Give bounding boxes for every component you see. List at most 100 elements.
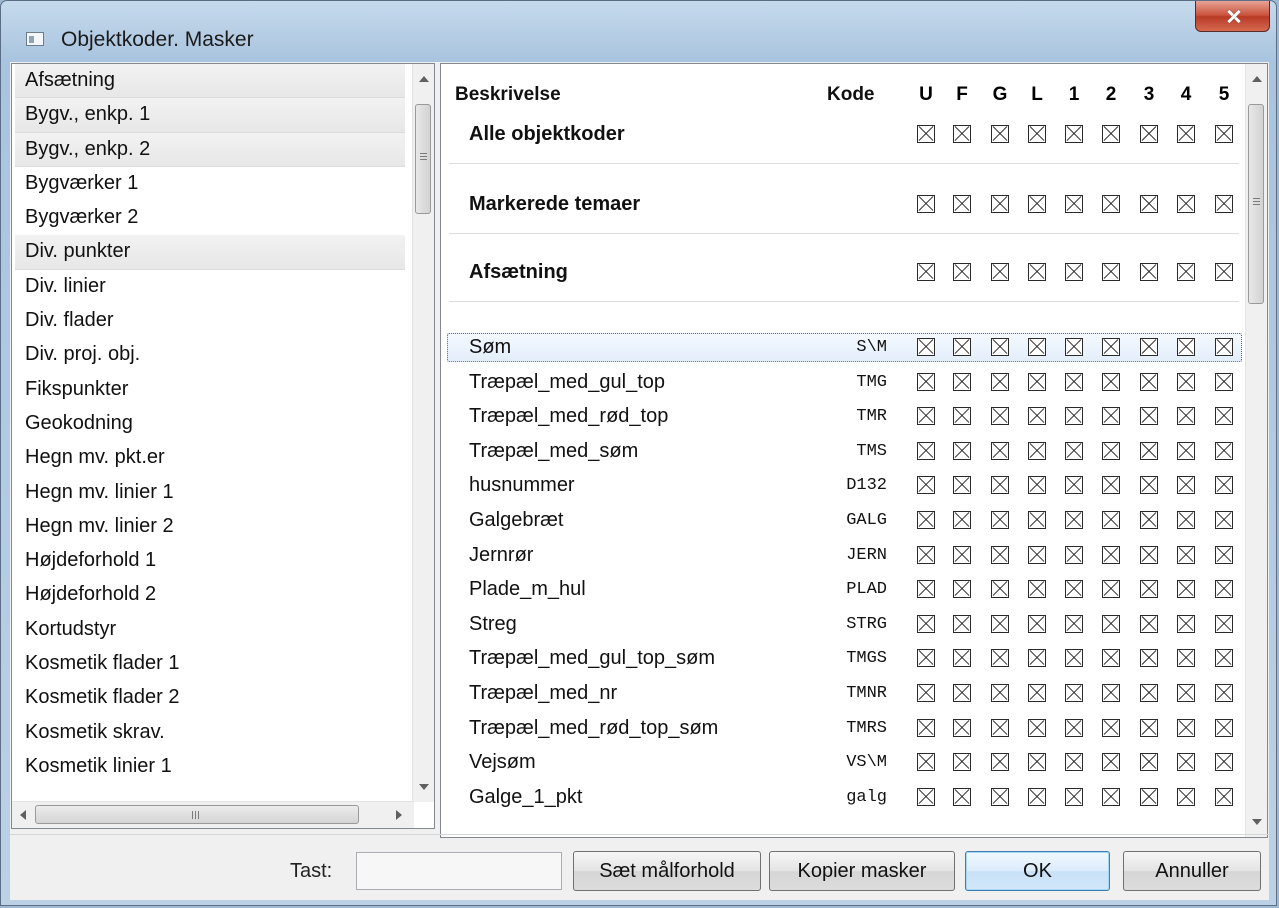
mask-checkbox[interactable]	[1140, 195, 1158, 213]
mask-checkbox[interactable]	[1028, 649, 1046, 667]
list-item[interactable]: Højdeforhold 1	[12, 544, 408, 578]
mask-checkbox[interactable]	[1140, 125, 1158, 143]
mask-checkbox[interactable]	[1102, 546, 1120, 564]
mask-checkbox[interactable]	[1065, 442, 1083, 460]
theme-list-horizontal-scrollbar[interactable]	[12, 801, 414, 828]
list-item[interactable]: Bygværker 2	[12, 201, 408, 235]
mask-checkbox[interactable]	[1140, 407, 1158, 425]
list-item[interactable]: Kosmetik skrav.	[12, 716, 408, 750]
mask-checkbox[interactable]	[1215, 338, 1233, 356]
mask-checkbox[interactable]	[1177, 753, 1195, 771]
mask-checkbox[interactable]	[953, 263, 971, 281]
mask-checkbox[interactable]	[1028, 753, 1046, 771]
mask-checkbox[interactable]	[991, 125, 1009, 143]
scroll-thumb[interactable]	[1248, 104, 1264, 304]
list-item[interactable]: Hegn mv. linier 2	[12, 510, 408, 544]
mask-checkbox[interactable]	[1140, 511, 1158, 529]
mask-checkbox[interactable]	[991, 684, 1009, 702]
mask-checkbox[interactable]	[991, 615, 1009, 633]
mask-checkbox[interactable]	[1028, 546, 1046, 564]
mask-checkbox[interactable]	[1140, 649, 1158, 667]
mask-checkbox[interactable]	[953, 407, 971, 425]
list-item[interactable]: Div. flader	[12, 304, 408, 338]
cancel-button[interactable]: Annuller	[1123, 851, 1261, 891]
list-item[interactable]: Div. linier	[12, 270, 408, 304]
mask-checkbox[interactable]	[1215, 263, 1233, 281]
mask-checkbox[interactable]	[991, 546, 1009, 564]
mask-checkbox[interactable]	[1028, 407, 1046, 425]
mask-checkbox[interactable]	[1177, 546, 1195, 564]
mask-checkbox[interactable]	[1177, 338, 1195, 356]
mask-checkbox[interactable]	[917, 407, 935, 425]
mask-checkbox[interactable]	[1102, 407, 1120, 425]
mask-checkbox[interactable]	[917, 580, 935, 598]
mask-checkbox[interactable]	[1140, 442, 1158, 460]
mask-checkbox[interactable]	[1028, 719, 1046, 737]
mask-checkbox[interactable]	[1177, 580, 1195, 598]
mask-checkbox[interactable]	[953, 373, 971, 391]
mask-checkbox[interactable]	[953, 195, 971, 213]
mask-checkbox[interactable]	[1102, 125, 1120, 143]
mask-checkbox[interactable]	[917, 684, 935, 702]
mask-checkbox[interactable]	[1215, 195, 1233, 213]
mask-checkbox[interactable]	[1102, 753, 1120, 771]
mask-checkbox[interactable]	[1102, 788, 1120, 806]
scroll-right-arrow-icon[interactable]	[396, 810, 402, 820]
set-scale-button[interactable]: Sæt målforhold	[573, 851, 761, 891]
mask-checkbox[interactable]	[1102, 719, 1120, 737]
mask-checkbox[interactable]	[1065, 753, 1083, 771]
scroll-left-arrow-icon[interactable]	[20, 810, 26, 820]
mask-checkbox[interactable]	[1177, 407, 1195, 425]
mask-checkbox[interactable]	[953, 719, 971, 737]
mask-checkbox[interactable]	[991, 338, 1009, 356]
list-item[interactable]: Kortudstyr	[12, 613, 408, 647]
mask-checkbox[interactable]	[1140, 263, 1158, 281]
mask-checkbox[interactable]	[1140, 546, 1158, 564]
mask-checkbox[interactable]	[1215, 373, 1233, 391]
mask-checkbox[interactable]	[1177, 788, 1195, 806]
mask-checkbox[interactable]	[1065, 511, 1083, 529]
list-item[interactable]: Bygværker 1	[12, 167, 408, 201]
mask-checkbox[interactable]	[1140, 788, 1158, 806]
mask-checkbox[interactable]	[1140, 476, 1158, 494]
mask-checkbox[interactable]	[991, 649, 1009, 667]
mask-checkbox[interactable]	[917, 788, 935, 806]
mask-checkbox[interactable]	[953, 546, 971, 564]
list-item[interactable]: Højdeforhold 2	[12, 578, 408, 612]
mask-checkbox[interactable]	[917, 476, 935, 494]
mask-checkbox[interactable]	[1215, 511, 1233, 529]
list-item[interactable]: Kosmetik flader 2	[12, 681, 408, 715]
mask-checkbox[interactable]	[953, 753, 971, 771]
horizontal-scroll-thumb[interactable]	[35, 805, 359, 824]
theme-list[interactable]: Afsætning Bygv., enkp. 1 Bygv., enkp. 2 Byg…	[11, 63, 435, 829]
mask-checkbox[interactable]	[917, 195, 935, 213]
mask-checkbox[interactable]	[1215, 719, 1233, 737]
mask-checkbox[interactable]	[1215, 407, 1233, 425]
mask-checkbox[interactable]	[1177, 125, 1195, 143]
mask-checkbox[interactable]	[1140, 338, 1158, 356]
mask-checkbox[interactable]	[917, 125, 935, 143]
grid-vertical-scrollbar[interactable]	[1245, 64, 1267, 837]
list-item[interactable]: Div. proj. obj.	[12, 338, 408, 372]
mask-checkbox[interactable]	[991, 263, 1009, 281]
scroll-up-arrow-icon[interactable]	[1252, 76, 1262, 82]
mask-checkbox[interactable]	[1215, 125, 1233, 143]
mask-checkbox[interactable]	[1065, 684, 1083, 702]
mask-checkbox[interactable]	[1065, 788, 1083, 806]
mask-checkbox[interactable]	[1065, 263, 1083, 281]
object-code-grid[interactable]: Beskrivelse Kode U F G L 1 2 3 4 5 Alle objektko…	[440, 63, 1268, 838]
mask-checkbox[interactable]	[991, 442, 1009, 460]
mask-checkbox[interactable]	[1215, 684, 1233, 702]
mask-checkbox[interactable]	[1140, 684, 1158, 702]
mask-checkbox[interactable]	[1065, 125, 1083, 143]
list-item[interactable]: Kosmetik linier 1	[12, 750, 408, 784]
mask-checkbox[interactable]	[1102, 338, 1120, 356]
mask-checkbox[interactable]	[953, 338, 971, 356]
mask-checkbox[interactable]	[1102, 373, 1120, 391]
mask-checkbox[interactable]	[1177, 615, 1195, 633]
mask-checkbox[interactable]	[1140, 753, 1158, 771]
mask-checkbox[interactable]	[1102, 511, 1120, 529]
mask-checkbox[interactable]	[1215, 580, 1233, 598]
mask-checkbox[interactable]	[1177, 476, 1195, 494]
list-item[interactable]: Kosmetik flader 1	[12, 647, 408, 681]
